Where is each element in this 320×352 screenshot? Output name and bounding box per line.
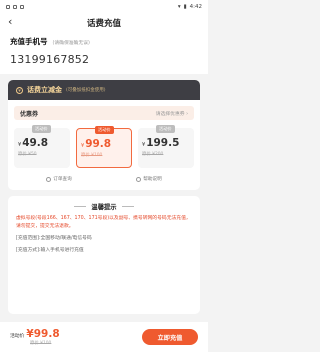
panel-links: 订单查询 帮助说明 bbox=[14, 176, 194, 182]
tips-title: 温馨提示 bbox=[74, 204, 134, 211]
phone-input[interactable]: 13199167852 bbox=[10, 53, 198, 66]
footer-price-value: ¥99.8 bbox=[26, 328, 60, 340]
status-bar: ▾ ▮ 4:42 bbox=[0, 0, 208, 14]
tip-method: [充值方式]:输入手机号进行充值 bbox=[16, 248, 84, 253]
footer-original-price: 原价 ¥100 bbox=[30, 341, 52, 346]
option-tag: 活动价 bbox=[32, 125, 51, 133]
notification-icon bbox=[20, 5, 24, 9]
option-price: ¥49.8 bbox=[18, 137, 49, 149]
wifi-icon: ▾ bbox=[177, 4, 181, 10]
footer-price-label: 活动价 bbox=[10, 334, 25, 339]
tip-warning: 虚拟号段(号段166、167、170、171号段)以及副号、携号转网的号码无法充… bbox=[16, 216, 191, 229]
coin-icon: ¥ bbox=[16, 86, 23, 94]
phone-header: 充值手机号 (请确保准确无误) bbox=[10, 36, 198, 47]
notification-icon bbox=[13, 5, 17, 9]
phone-hint: (请确保准确无误) bbox=[52, 41, 90, 46]
coupon-action: 请选择优惠券 › bbox=[155, 111, 188, 117]
option-tag: 活动价 bbox=[156, 125, 175, 133]
help-link[interactable]: 帮助说明 bbox=[136, 176, 162, 182]
tip-range: [充值范围]:全国移动/联通/电信号码 bbox=[16, 236, 92, 241]
clock-icon bbox=[46, 176, 52, 182]
back-icon[interactable]: ‹ bbox=[8, 15, 12, 28]
recharge-panel: 优惠券 请选择优惠券 › 活动价 ¥49.8 原价 ¥50 活动价 ¥99.8 … bbox=[8, 100, 200, 190]
divider bbox=[74, 206, 87, 207]
option-price: ¥199.5 bbox=[142, 137, 180, 149]
option-original-price: 原价 ¥200 bbox=[142, 152, 164, 157]
footer-bar: 活动价 ¥99.8 原价 ¥100 立即充值 bbox=[0, 322, 208, 352]
status-time: 4:42 bbox=[189, 4, 202, 10]
coupon-selector[interactable]: 优惠券 请选择优惠券 › bbox=[14, 106, 194, 120]
option-price: ¥99.8 bbox=[81, 138, 112, 150]
order-query-link[interactable]: 订单查询 bbox=[46, 176, 72, 182]
help-icon bbox=[136, 176, 142, 182]
option-original-price: 原价 ¥100 bbox=[81, 153, 103, 158]
option-original-price: 原价 ¥50 bbox=[18, 152, 37, 157]
divider bbox=[121, 206, 134, 207]
amount-options: 活动价 ¥49.8 原价 ¥50 活动价 ¥99.8 原价 ¥100 活动价 ¥… bbox=[14, 125, 194, 168]
tips-section: 温馨提示 虚拟号段(号段166、167、170、171号段)以及副号、携号转网的… bbox=[8, 196, 200, 314]
amount-option-200[interactable]: 活动价 ¥199.5 原价 ¥200 bbox=[138, 125, 194, 168]
status-icons-right: ▾ ▮ 4:42 bbox=[178, 4, 202, 10]
pay-button[interactable]: 立即充值 bbox=[142, 329, 198, 345]
phone-section: 充值手机号 (请确保准确无误) 13199167852 bbox=[0, 32, 208, 74]
page-title: 话费充值 bbox=[86, 19, 121, 29]
nav-bar: ‹ 话费充值 bbox=[0, 14, 208, 32]
option-tag: 活动价 bbox=[95, 126, 114, 134]
amount-option-100[interactable]: 活动价 ¥99.8 原价 ¥100 bbox=[76, 126, 132, 168]
promo-subtitle: (可叠加抵扣金使用) bbox=[66, 88, 106, 93]
footer-price: 活动价 ¥99.8 原价 ¥100 bbox=[10, 328, 60, 346]
coupon-label: 优惠券 bbox=[20, 110, 39, 118]
status-icons-left bbox=[6, 5, 24, 9]
amount-option-50[interactable]: 活动价 ¥49.8 原价 ¥50 bbox=[14, 125, 70, 168]
promo-banner: ¥ 话费立减金 (可叠加抵扣金使用) bbox=[8, 80, 200, 100]
notification-icon bbox=[6, 5, 10, 9]
promo-title: 话费立减金 bbox=[27, 86, 62, 94]
battery-icon: ▮ bbox=[183, 4, 187, 10]
phone-label: 充值手机号 bbox=[10, 37, 48, 46]
